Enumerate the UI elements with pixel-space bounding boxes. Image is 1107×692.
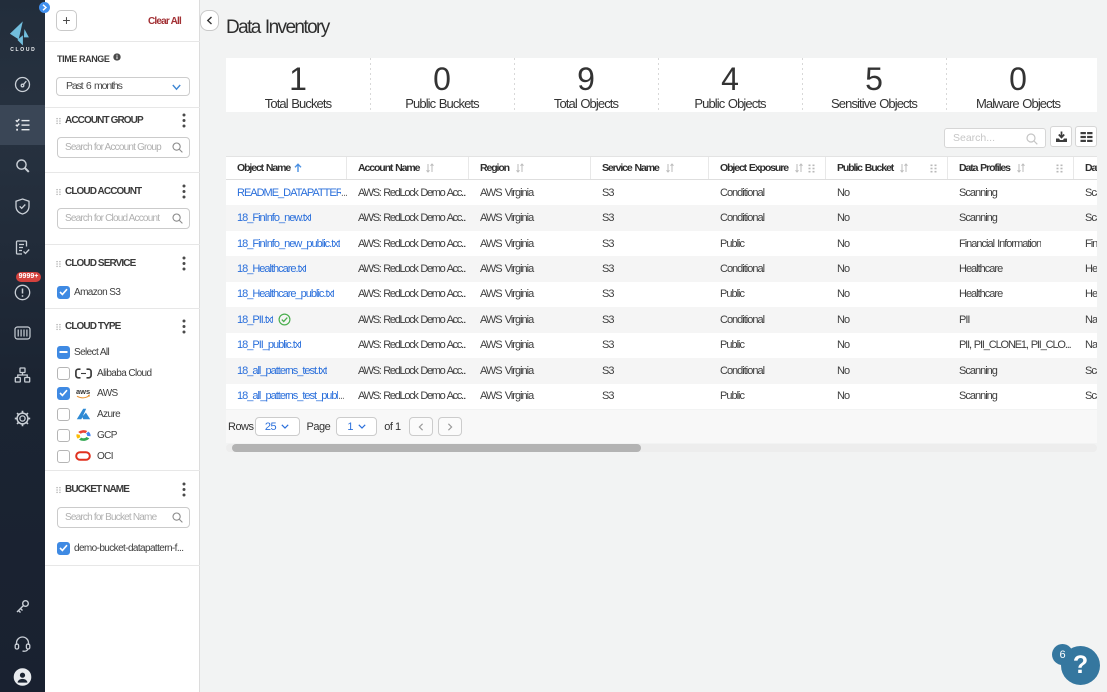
svg-text:aws: aws [76, 387, 90, 396]
